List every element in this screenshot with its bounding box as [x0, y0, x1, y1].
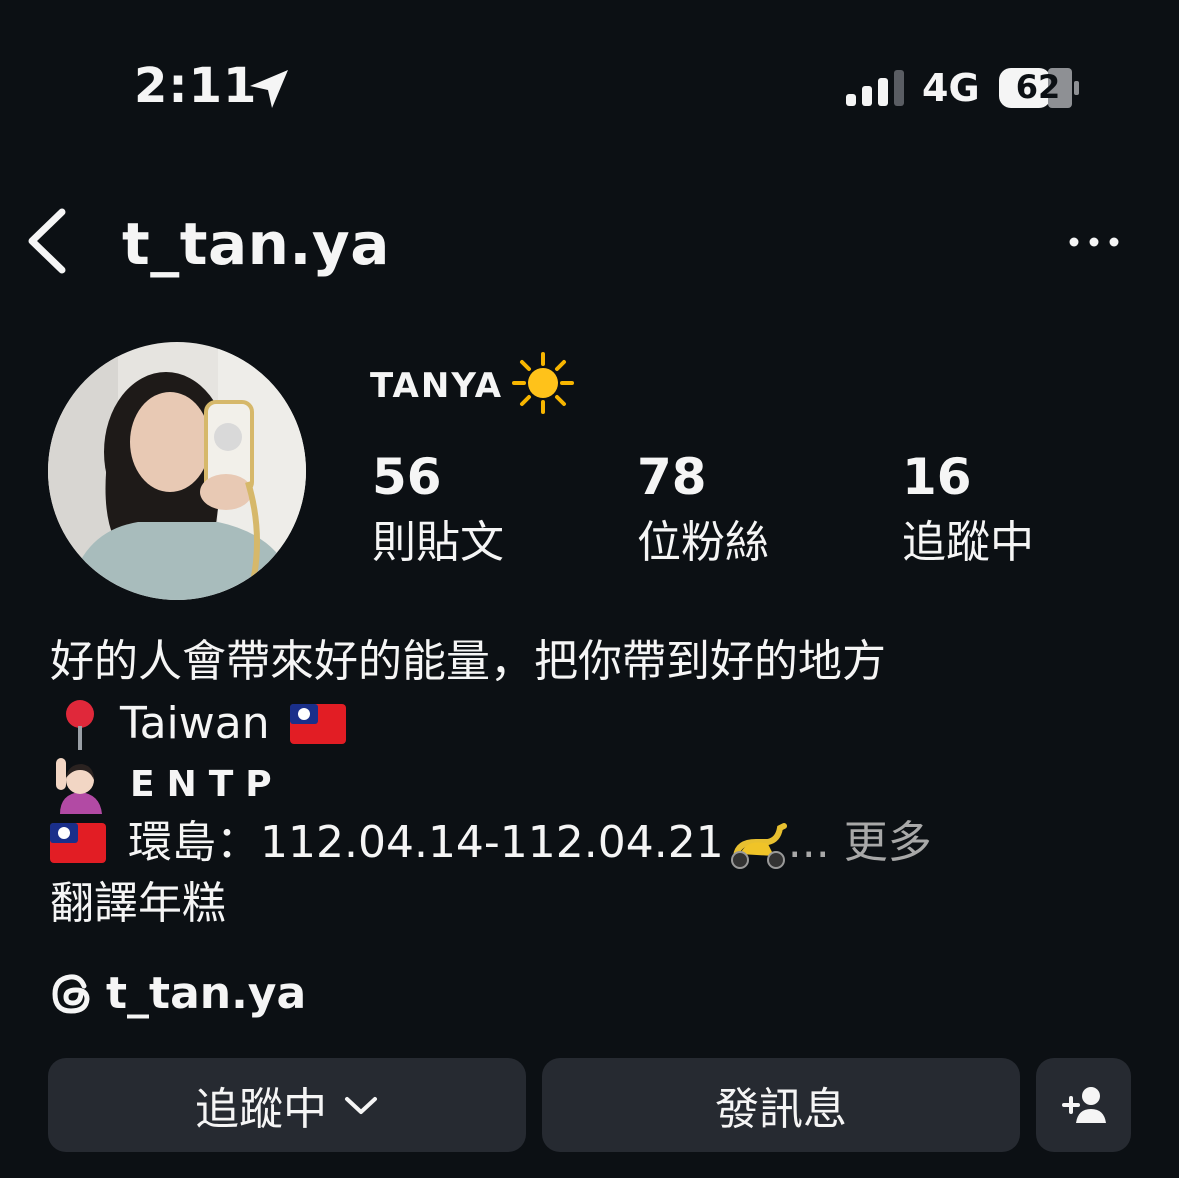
stat-posts-label: 則貼文 [372, 517, 504, 568]
profile-username: t_tan.ya [122, 210, 390, 278]
bio-line-1: 好的人會帶來好的能量，把你帶到好的地方 [50, 636, 886, 687]
back-chevron-icon[interactable] [22, 206, 70, 276]
stat-following[interactable]: 16 追蹤中 [902, 448, 1034, 570]
stat-followers-label: 位粉絲 [637, 517, 769, 568]
bio-line-4: 環島：112.04.14-112.04.21 ... 更多 [50, 816, 932, 870]
add-user-button[interactable] [1036, 1058, 1131, 1152]
stat-posts[interactable]: 56 則貼文 [372, 448, 504, 570]
battery-level: 62 [1015, 68, 1061, 106]
chevron-down-icon [345, 1097, 377, 1114]
stat-followers[interactable]: 78 位粉絲 [637, 448, 769, 570]
stat-followers-count: 78 [637, 448, 707, 506]
taiwan-flag-icon-2 [50, 823, 106, 863]
stat-following-label: 追蹤中 [902, 517, 1034, 568]
threads-link[interactable]: t_tan.ya [50, 968, 306, 1019]
bio-location: Taiwan [120, 698, 270, 749]
status-time: 2:11 [134, 58, 258, 114]
profile-avatar[interactable] [48, 342, 306, 600]
threads-icon [52, 973, 90, 1014]
stat-posts-count: 56 [372, 448, 442, 506]
display-name: TANYA [370, 366, 504, 406]
message-button[interactable]: 發訊息 [542, 1058, 1020, 1152]
signal-icon [846, 70, 904, 106]
bio-line-3: ENTP [50, 756, 284, 814]
stat-following-count: 16 [902, 448, 972, 506]
more-options-icon[interactable] [1068, 232, 1120, 252]
bio-ellipsis: ... [787, 817, 830, 868]
bio-line-5: 翻譯年糕 [50, 878, 226, 929]
person-raising-hand-icon [56, 758, 102, 814]
following-button[interactable]: 追蹤中 [48, 1058, 526, 1152]
bio-mbti: ENTP [130, 764, 284, 805]
location-arrow-icon [250, 70, 288, 108]
bio-more-link[interactable]: 更多 [844, 821, 932, 865]
following-button-label: 追蹤中 [195, 1084, 327, 1135]
scooter-icon [730, 823, 787, 869]
network-type: 4G [922, 66, 980, 110]
add-user-icon [1061, 1087, 1106, 1123]
threads-handle: t_tan.ya [106, 968, 307, 1019]
message-button-label: 發訊息 [715, 1084, 847, 1135]
bio-line-2: Taiwan [50, 698, 346, 750]
pushpin-icon [66, 700, 94, 750]
sun-icon [512, 352, 574, 414]
taiwan-flag-icon [289, 704, 346, 744]
bio-trip: 環島：112.04.14-112.04.21 [128, 817, 724, 868]
